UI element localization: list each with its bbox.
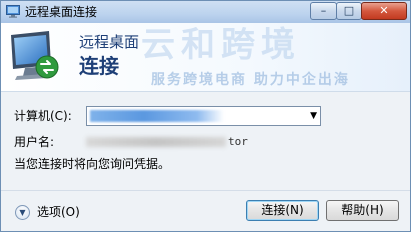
window-title: 远程桌面连接 [25,5,98,19]
credentials-info-text: 当您连接时将向您询问凭据。 [14,157,171,171]
remote-desktop-icon [6,5,20,18]
computer-label: 计算机(C): [14,109,72,123]
header-banner: 云和跨境 服务跨境电商 助力中企出海 远程桌面 连接 [1,23,410,92]
username-suffix: tor [228,135,248,148]
monitor-connect-icon [11,31,59,80]
connect-button[interactable]: 连接(N) [246,200,319,221]
banner-subtitle: 连接 [79,54,119,78]
watermark-text: 云和跨境 [141,25,301,65]
minimize-button[interactable]: – [310,2,337,20]
close-button[interactable]: ✕ [361,2,407,20]
computer-combobox[interactable]: ▼ [86,106,321,126]
remote-desktop-window: 远程桌面连接 – □ ✕ 云和跨境 服务跨境电商 助力中企出海 远程桌面 连接 … [0,0,411,232]
maximize-button[interactable]: □ [336,2,362,20]
username-redacted [86,137,226,147]
computer-value-redacted [90,110,224,122]
watermark-slogan: 服务跨境电商 助力中企出海 [151,72,350,88]
button-bar: ▼ 选项(O) 连接(N) 帮助(H) [1,190,410,231]
options-toggle[interactable]: ▼ 选项(O) [15,203,80,221]
username-value: tor [86,135,266,149]
help-button[interactable]: 帮助(H) [326,200,399,221]
options-label[interactable]: 选项(O) [37,205,80,219]
banner-title: 远程桌面 [79,33,140,51]
username-label: 用户名: [14,135,55,149]
dropdown-arrow-icon[interactable]: ▼ [310,110,317,122]
expand-options-icon[interactable]: ▼ [15,204,30,220]
